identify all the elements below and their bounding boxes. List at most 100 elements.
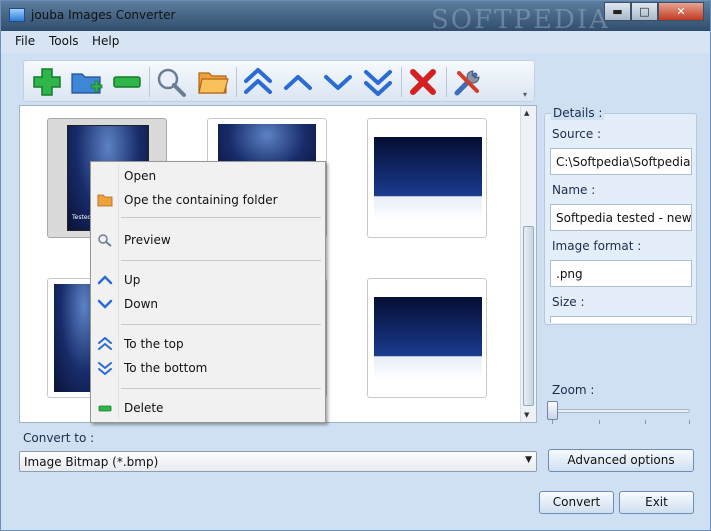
add-folder-button[interactable] [69, 65, 103, 99]
close-button[interactable]: ✕ [658, 2, 704, 21]
delete-button[interactable] [406, 65, 440, 99]
zoom-tick [645, 420, 646, 424]
ctx-preview[interactable]: Preview [91, 229, 325, 251]
thumbnail-image [374, 137, 482, 221]
zoom-tick [552, 420, 553, 424]
zoom-tick [689, 420, 690, 424]
exit-button[interactable]: Exit [619, 491, 694, 514]
ctx-to-top[interactable]: To the top [91, 333, 325, 355]
title-bar[interactable]: SOFTPEDIA jouba Images Converter ▬ □ ✕ [1, 1, 710, 35]
ctx-down-label: Down [124, 297, 159, 311]
move-up-button[interactable] [281, 65, 315, 99]
ctx-delete-label: Delete [124, 401, 164, 415]
chevron-down-icon: ▼ [525, 455, 532, 465]
double-up-arrow-icon [97, 336, 113, 351]
scroll-up-icon[interactable]: ▲ [524, 109, 529, 117]
remove-image-button[interactable] [110, 65, 144, 99]
preview-button[interactable] [154, 65, 188, 99]
size-field[interactable] [550, 316, 692, 323]
add-image-button[interactable] [30, 65, 64, 99]
menu-bar: File Tools Help [1, 31, 710, 53]
name-field[interactable]: Softpedia tested - new [550, 204, 692, 231]
toolbar-separator [149, 67, 150, 97]
main-window: SOFTPEDIA jouba Images Converter ▬ □ ✕ F… [0, 0, 711, 531]
maximize-button[interactable]: □ [631, 2, 658, 21]
remove-icon [113, 76, 141, 88]
ctx-preview-label: Preview [124, 233, 171, 247]
window-title: jouba Images Converter [31, 8, 176, 22]
menu-file[interactable]: File [15, 34, 35, 48]
thumbnail-item[interactable] [367, 278, 487, 398]
ctx-open-folder-label: Ope the containing folder [124, 193, 278, 207]
settings-button[interactable] [451, 65, 485, 99]
context-menu-separator [121, 260, 321, 261]
output-format-select[interactable]: Image Bitmap (*.bmp) ▼ [19, 451, 537, 472]
add-folder-icon [71, 73, 103, 94]
move-to-bottom-button[interactable] [361, 65, 395, 99]
scrollbar-thumb[interactable] [523, 226, 534, 406]
toolbar-separator [401, 67, 402, 97]
output-format-value: Image Bitmap (*.bmp) [24, 455, 159, 469]
settings-icon [454, 70, 480, 96]
toolbar-grip-icon[interactable]: ▾ [523, 90, 532, 99]
double-down-arrow-icon [97, 361, 113, 376]
to-top-icon [244, 68, 272, 94]
images-scrollbar[interactable]: ▲ ▼ [520, 106, 536, 422]
source-label: Source : [552, 127, 602, 141]
preview-icon [157, 68, 186, 97]
convert-to-label: Convert to : [23, 431, 95, 445]
move-to-top-button[interactable] [241, 65, 275, 99]
ctx-open-folder[interactable]: Ope the containing folder [91, 189, 325, 211]
minimize-button[interactable]: ▬ [604, 2, 631, 21]
add-icon [33, 68, 61, 96]
folder-icon [97, 193, 113, 207]
ctx-up-label: Up [124, 273, 141, 287]
magnifier-icon [97, 233, 113, 247]
size-label: Size : [552, 295, 585, 309]
menu-tools[interactable]: Tools [49, 34, 79, 48]
down-arrow-icon [97, 297, 113, 311]
zoom-tick [599, 420, 600, 424]
toolbar: ▾ [23, 60, 535, 102]
ctx-open-label: Open [124, 169, 157, 183]
minimize-icon: ▬ [612, 5, 623, 18]
details-title: Details : [551, 106, 605, 120]
advanced-options-button[interactable]: Advanced options [548, 449, 694, 472]
maximize-icon: □ [639, 5, 650, 18]
zoom-label: Zoom : [552, 383, 595, 397]
zoom-slider-thumb[interactable] [547, 401, 558, 420]
convert-button[interactable]: Convert [539, 491, 614, 514]
context-menu-separator [121, 388, 321, 389]
menu-help[interactable]: Help [92, 34, 119, 48]
scroll-down-icon[interactable]: ▼ [524, 411, 529, 419]
close-icon: ✕ [676, 5, 686, 18]
down-icon [324, 75, 352, 90]
toolbar-separator [236, 67, 237, 97]
context-menu: Open Ope the containing folder Preview U… [90, 161, 326, 423]
up-icon [284, 75, 312, 90]
app-icon [9, 8, 25, 22]
to-bottom-icon [364, 70, 392, 96]
open-folder-icon [198, 72, 229, 94]
zoom-slider-track[interactable] [552, 409, 690, 413]
context-menu-separator [121, 217, 321, 218]
ctx-delete[interactable]: Delete [91, 397, 325, 419]
context-menu-separator [121, 324, 321, 325]
ctx-up[interactable]: Up [91, 269, 325, 291]
open-folder-button[interactable] [196, 65, 230, 99]
ctx-to-bottom[interactable]: To the bottom [91, 357, 325, 379]
up-arrow-icon [97, 273, 113, 287]
thumbnail-item[interactable] [367, 118, 487, 238]
thumbnail-image [374, 297, 482, 381]
ctx-to-bottom-label: To the bottom [124, 361, 208, 375]
delete-icon [410, 69, 436, 95]
image-format-label: Image format : [552, 239, 642, 253]
ctx-down[interactable]: Down [91, 293, 325, 315]
name-label: Name : [552, 183, 596, 197]
ctx-open[interactable]: Open [91, 165, 325, 187]
ctx-to-top-label: To the top [124, 337, 184, 351]
image-format-field[interactable]: .png [550, 260, 692, 287]
move-down-button[interactable] [321, 65, 355, 99]
minus-icon [97, 401, 113, 415]
source-field[interactable]: C:\Softpedia\Softpedia te [550, 148, 692, 175]
